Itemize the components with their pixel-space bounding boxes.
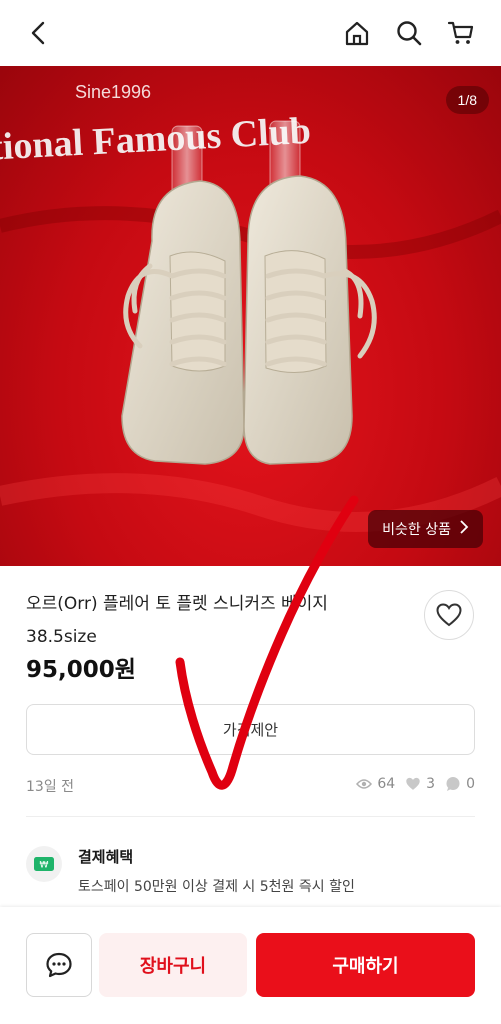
search-icon[interactable]	[392, 16, 426, 50]
back-icon[interactable]	[22, 16, 56, 50]
likes-stat: 3	[405, 776, 435, 792]
product-price: 95,000원	[26, 657, 136, 683]
heart-small-icon	[406, 777, 420, 790]
home-icon[interactable]	[340, 16, 374, 50]
chat-button[interactable]	[26, 933, 92, 997]
product-image-gallery[interactable]: Sine1996 tional Famous Club 1/8 비슷한 상품	[0, 66, 501, 566]
top-navigation-bar	[0, 0, 501, 66]
product-stats: 64 3 0	[356, 776, 475, 792]
cart-icon[interactable]	[444, 16, 478, 50]
product-title-line1: 오르(Orr) 플레어 토 플렛 스니커즈 베이지	[26, 594, 328, 614]
likes-count: 3	[426, 776, 436, 792]
chevron-right-icon	[459, 520, 469, 538]
section-divider	[26, 816, 475, 817]
add-to-cart-button[interactable]: 장바구니	[99, 933, 247, 997]
product-title: 오르(Orr) 플레어 토 플렛 스니커즈 베이지 38.5size	[26, 588, 406, 654]
chats-stat: 0	[445, 776, 475, 792]
eye-icon	[356, 779, 373, 789]
banner-text-main: tional Famous Club	[0, 110, 312, 169]
similar-products-button[interactable]: 비슷한 상품	[368, 510, 483, 548]
chat-icon	[46, 952, 72, 978]
svg-text:₩: ₩	[40, 861, 49, 871]
similar-products-label: 비슷한 상품	[382, 522, 451, 538]
buy-now-button[interactable]: 구매하기	[256, 933, 475, 997]
posted-time: 13일 전	[26, 779, 75, 795]
chats-count: 0	[466, 776, 475, 792]
banner-text-top: Sine1996	[75, 82, 151, 102]
bottom-action-bar: 장바구니 구매하기	[0, 907, 501, 1024]
wishlist-button[interactable]	[424, 590, 474, 640]
views-count: 64	[377, 776, 396, 792]
chat-bubble-small-icon	[446, 777, 460, 791]
image-counter: 1/8	[445, 86, 489, 114]
heart-icon	[436, 603, 462, 627]
views-stat: 64	[356, 776, 395, 792]
benefit-description: 토스페이 50만원 이상 결제 시 5천원 즉시 할인	[78, 879, 355, 895]
payment-benefit-icon: ₩	[26, 846, 62, 882]
price-offer-button[interactable]: 가격제안	[26, 704, 475, 755]
benefit-title: 결제혜택	[78, 848, 134, 866]
product-photo: Sine1996 tional Famous Club	[0, 82, 501, 532]
